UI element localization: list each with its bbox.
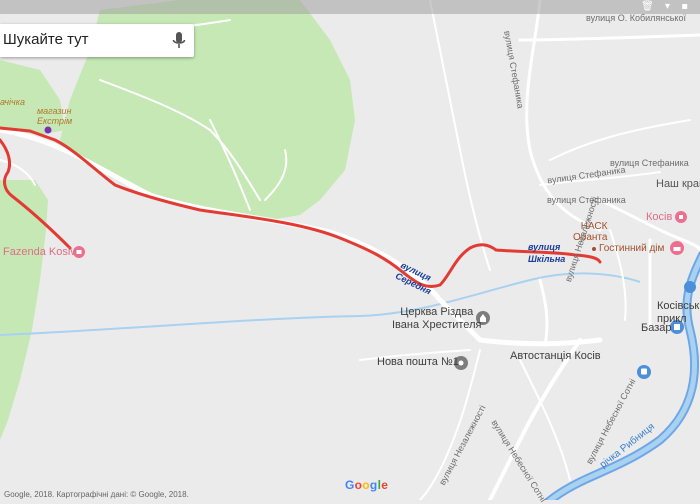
magazyn-label[interactable]: магазин Екстрім xyxy=(37,106,72,126)
street-kobylianskoi-label: вулиця О. Кобилянської xyxy=(586,13,686,23)
hotel-icon[interactable] xyxy=(670,241,684,255)
street-stefanyka-low2-label: вулиця Стефаника xyxy=(547,195,626,205)
partial-place-label: ачічка xyxy=(0,97,25,107)
kosiv-label[interactable]: Косів xyxy=(646,211,672,223)
street-shkilna-label: вулиця Шкільна xyxy=(528,242,566,264)
search-input[interactable] xyxy=(3,31,163,48)
kosivski-prykl-label[interactable]: Косівські прикл xyxy=(657,300,700,326)
mic-icon[interactable] xyxy=(172,31,186,51)
church-label[interactable]: Церква Різдва Івана Хрестителя xyxy=(392,306,481,332)
avtostantsiia-label[interactable]: Автостанція Косів xyxy=(510,350,601,362)
search-box[interactable] xyxy=(0,24,194,57)
nash-krai-label[interactable]: Наш край xyxy=(656,178,700,190)
kosiv-pin-icon[interactable] xyxy=(675,211,687,223)
status-icons: 🗑 ▾ ▪ xyxy=(641,1,692,12)
fazenda-label[interactable]: Fazenda Kosiv xyxy=(3,246,76,258)
nova-poshta-label[interactable]: Нова пошта №1 xyxy=(377,356,459,368)
google-logo: Google xyxy=(345,478,389,492)
oranta-dot-icon[interactable] xyxy=(592,247,596,251)
bazar-attraction-icon[interactable] xyxy=(684,281,696,293)
bus-station-icon[interactable] xyxy=(637,365,651,379)
purple-dot-icon[interactable] xyxy=(44,126,52,134)
status-bar: 🗑 ▾ ▪ xyxy=(0,0,700,14)
copyright-notice: Google, 2018. Картографічні дані: © Goog… xyxy=(4,490,189,499)
map-canvas[interactable] xyxy=(0,0,700,500)
hostynnyi-dim-label[interactable]: Гостинний дім xyxy=(599,243,664,254)
